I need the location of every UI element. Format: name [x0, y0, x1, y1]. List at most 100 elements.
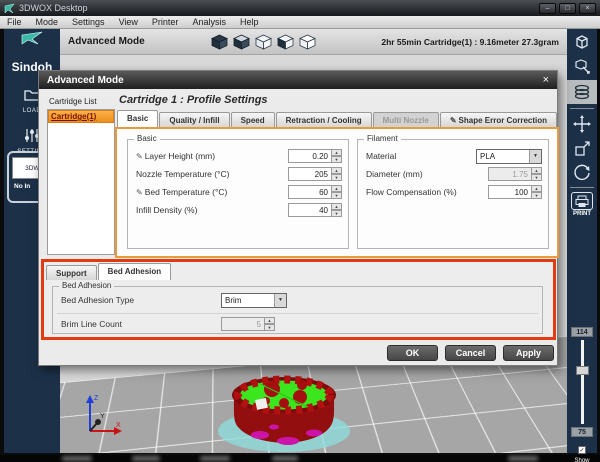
- axis-z-label: Z: [94, 395, 99, 402]
- infill-density-spinner[interactable]: 40 ▲ ▼: [288, 203, 342, 217]
- show-travel-path-toggle[interactable]: ✓ Show travel path: [567, 439, 597, 462]
- support-adhesion-tab-bar: Support Bed Adhesion: [46, 263, 553, 280]
- toolbar-divider: [570, 108, 594, 109]
- sliced-model-preview[interactable]: [212, 355, 362, 453]
- dropdown-arrow-icon[interactable]: ▼: [274, 293, 286, 307]
- flow-compensation-spinner[interactable]: 100 ▲ ▼: [488, 185, 542, 199]
- dialog-heading: Cartridge 1 : Profile Settings: [119, 94, 268, 106]
- view-mode-buttons: [210, 34, 316, 50]
- support-patch: [251, 431, 269, 439]
- spin-down-icon[interactable]: ▼: [532, 192, 542, 199]
- cube-view-icon[interactable]: [570, 31, 594, 53]
- cartridge-list-label: Cartridge List: [49, 97, 97, 106]
- print-label: PRINT: [573, 211, 591, 217]
- dropdown-arrow-icon[interactable]: ▼: [529, 149, 541, 163]
- ok-button[interactable]: OK: [387, 345, 438, 361]
- tab-basic[interactable]: Basic: [117, 110, 159, 127]
- minimize-button[interactable]: –: [539, 2, 556, 14]
- view-solid-icon[interactable]: [210, 34, 228, 50]
- tab-quality-infill[interactable]: Quality / Infill: [159, 112, 230, 127]
- flow-compensation-value[interactable]: 100: [488, 185, 532, 199]
- layer-slider[interactable]: [575, 340, 589, 424]
- profile-tab-bar: Basic Quality / Infill Speed Retraction …: [117, 110, 558, 127]
- scale-icon[interactable]: [570, 137, 594, 159]
- view-half-section-icon[interactable]: [276, 34, 294, 50]
- top-detail: [297, 380, 307, 390]
- menu-help[interactable]: Help: [233, 17, 266, 27]
- tab-shape-error-correction[interactable]: ✎ Shape Error Correction: [439, 112, 557, 127]
- diameter-value: 1.75: [488, 167, 532, 181]
- spin-up-icon[interactable]: ▲: [265, 317, 275, 324]
- bed-adhesion-type-dropdown[interactable]: Brim ▼: [221, 292, 287, 308]
- tab-support[interactable]: Support: [46, 265, 97, 280]
- material-value: PLA: [480, 151, 496, 161]
- rotate-icon[interactable]: [570, 161, 594, 183]
- cartridge-list-item-selected[interactable]: Cartridge(1): [48, 110, 114, 123]
- brim-line-count-value[interactable]: 5: [221, 317, 265, 331]
- spin-up-icon[interactable]: ▲: [332, 185, 342, 192]
- layer-height-spinner[interactable]: 0.20 ▲ ▼: [288, 149, 342, 163]
- menu-view[interactable]: View: [112, 17, 145, 27]
- window-title: 3DWOX Desktop: [19, 3, 88, 13]
- main-area: Z X Y Advanced Mode 2hr 55min Cartridge(…: [0, 29, 600, 462]
- dialog-title-bar: Advanced Mode ×: [39, 71, 557, 89]
- spin-down-icon[interactable]: ▼: [265, 324, 275, 331]
- spin-up-icon[interactable]: ▲: [532, 185, 542, 192]
- view-transparent-icon[interactable]: [298, 34, 316, 50]
- bed-adhesion-type-value: Brim: [225, 295, 242, 305]
- tab-speed[interactable]: Speed: [230, 112, 275, 127]
- print-button[interactable]: PRINT: [567, 192, 597, 217]
- top-detail: [264, 381, 280, 397]
- spin-down-icon[interactable]: ▼: [332, 192, 342, 199]
- edit-model-icon[interactable]: [570, 55, 594, 77]
- apply-button[interactable]: Apply: [503, 345, 554, 361]
- basic-group: Basic ✎ Layer Height (mm) 0.20 ▲ ▼ Nozzle …: [127, 134, 349, 249]
- spin-up-icon: ▲: [532, 167, 542, 174]
- menu-file[interactable]: File: [0, 17, 29, 27]
- spin-down-icon: ▼: [532, 174, 542, 181]
- menu-mode[interactable]: Mode: [29, 17, 66, 27]
- nozzle-temp-label: Nozzle Temperature (°C): [136, 169, 230, 179]
- menu-analysis[interactable]: Analysis: [185, 17, 233, 27]
- right-toolbar: PRINT 114 75 ✓ Show travel path: [567, 29, 597, 462]
- spin-down-icon[interactable]: ▼: [332, 174, 342, 181]
- spin-down-icon[interactable]: ▼: [332, 156, 342, 163]
- infill-density-value[interactable]: 40: [288, 203, 332, 217]
- material-label: Material: [366, 151, 397, 161]
- layer-view-button-active[interactable]: [567, 80, 597, 104]
- layer-height-value[interactable]: 0.20: [288, 149, 332, 163]
- filament-group: Filament Material PLA ▼ Diameter (mm) 1.…: [357, 134, 549, 249]
- cancel-button[interactable]: Cancel: [445, 345, 496, 361]
- pencil-icon: ✎: [449, 116, 457, 125]
- spin-up-icon[interactable]: ▲: [332, 149, 342, 156]
- taskbar-item: [62, 456, 92, 461]
- toolbar-divider: [570, 187, 594, 188]
- tab-retraction-cooling[interactable]: Retraction / Cooling: [275, 112, 372, 127]
- top-detail: [293, 390, 307, 404]
- spin-up-icon[interactable]: ▲: [332, 167, 342, 174]
- spin-up-icon[interactable]: ▲: [332, 203, 342, 210]
- diameter-spinner-disabled: 1.75 ▲ ▼: [488, 167, 542, 181]
- bed-temp-value[interactable]: 60: [288, 185, 332, 199]
- view-wireframe-icon[interactable]: [254, 34, 272, 50]
- menu-settings[interactable]: Settings: [65, 17, 112, 27]
- cartridge-list[interactable]: Cartridge(1): [47, 109, 115, 255]
- travel-path-checkbox[interactable]: ✓: [578, 446, 586, 454]
- spin-down-icon[interactable]: ▼: [332, 210, 342, 217]
- bed-temp-spinner[interactable]: 60 ▲ ▼: [288, 185, 342, 199]
- mode-label: Advanced Mode: [68, 36, 145, 47]
- layer-height-label: ✎ Layer Height (mm): [136, 151, 216, 161]
- view-solid-edges-icon[interactable]: [232, 34, 250, 50]
- move-icon[interactable]: [570, 113, 594, 135]
- dialog-buttons: OK Cancel Apply: [387, 345, 554, 361]
- tab-bed-adhesion[interactable]: Bed Adhesion: [97, 263, 172, 280]
- nozzle-temp-value[interactable]: 205: [288, 167, 332, 181]
- close-button[interactable]: ×: [579, 2, 596, 14]
- menu-printer[interactable]: Printer: [145, 17, 186, 27]
- dialog-close-icon[interactable]: ×: [543, 74, 549, 86]
- material-dropdown[interactable]: PLA ▼: [476, 148, 542, 164]
- maximize-button[interactable]: □: [559, 2, 576, 14]
- brim-line-count-spinner[interactable]: 5 ▲ ▼: [221, 317, 275, 331]
- nozzle-temp-spinner[interactable]: 205 ▲ ▼: [288, 167, 342, 181]
- layer-slider-handle[interactable]: [575, 366, 589, 375]
